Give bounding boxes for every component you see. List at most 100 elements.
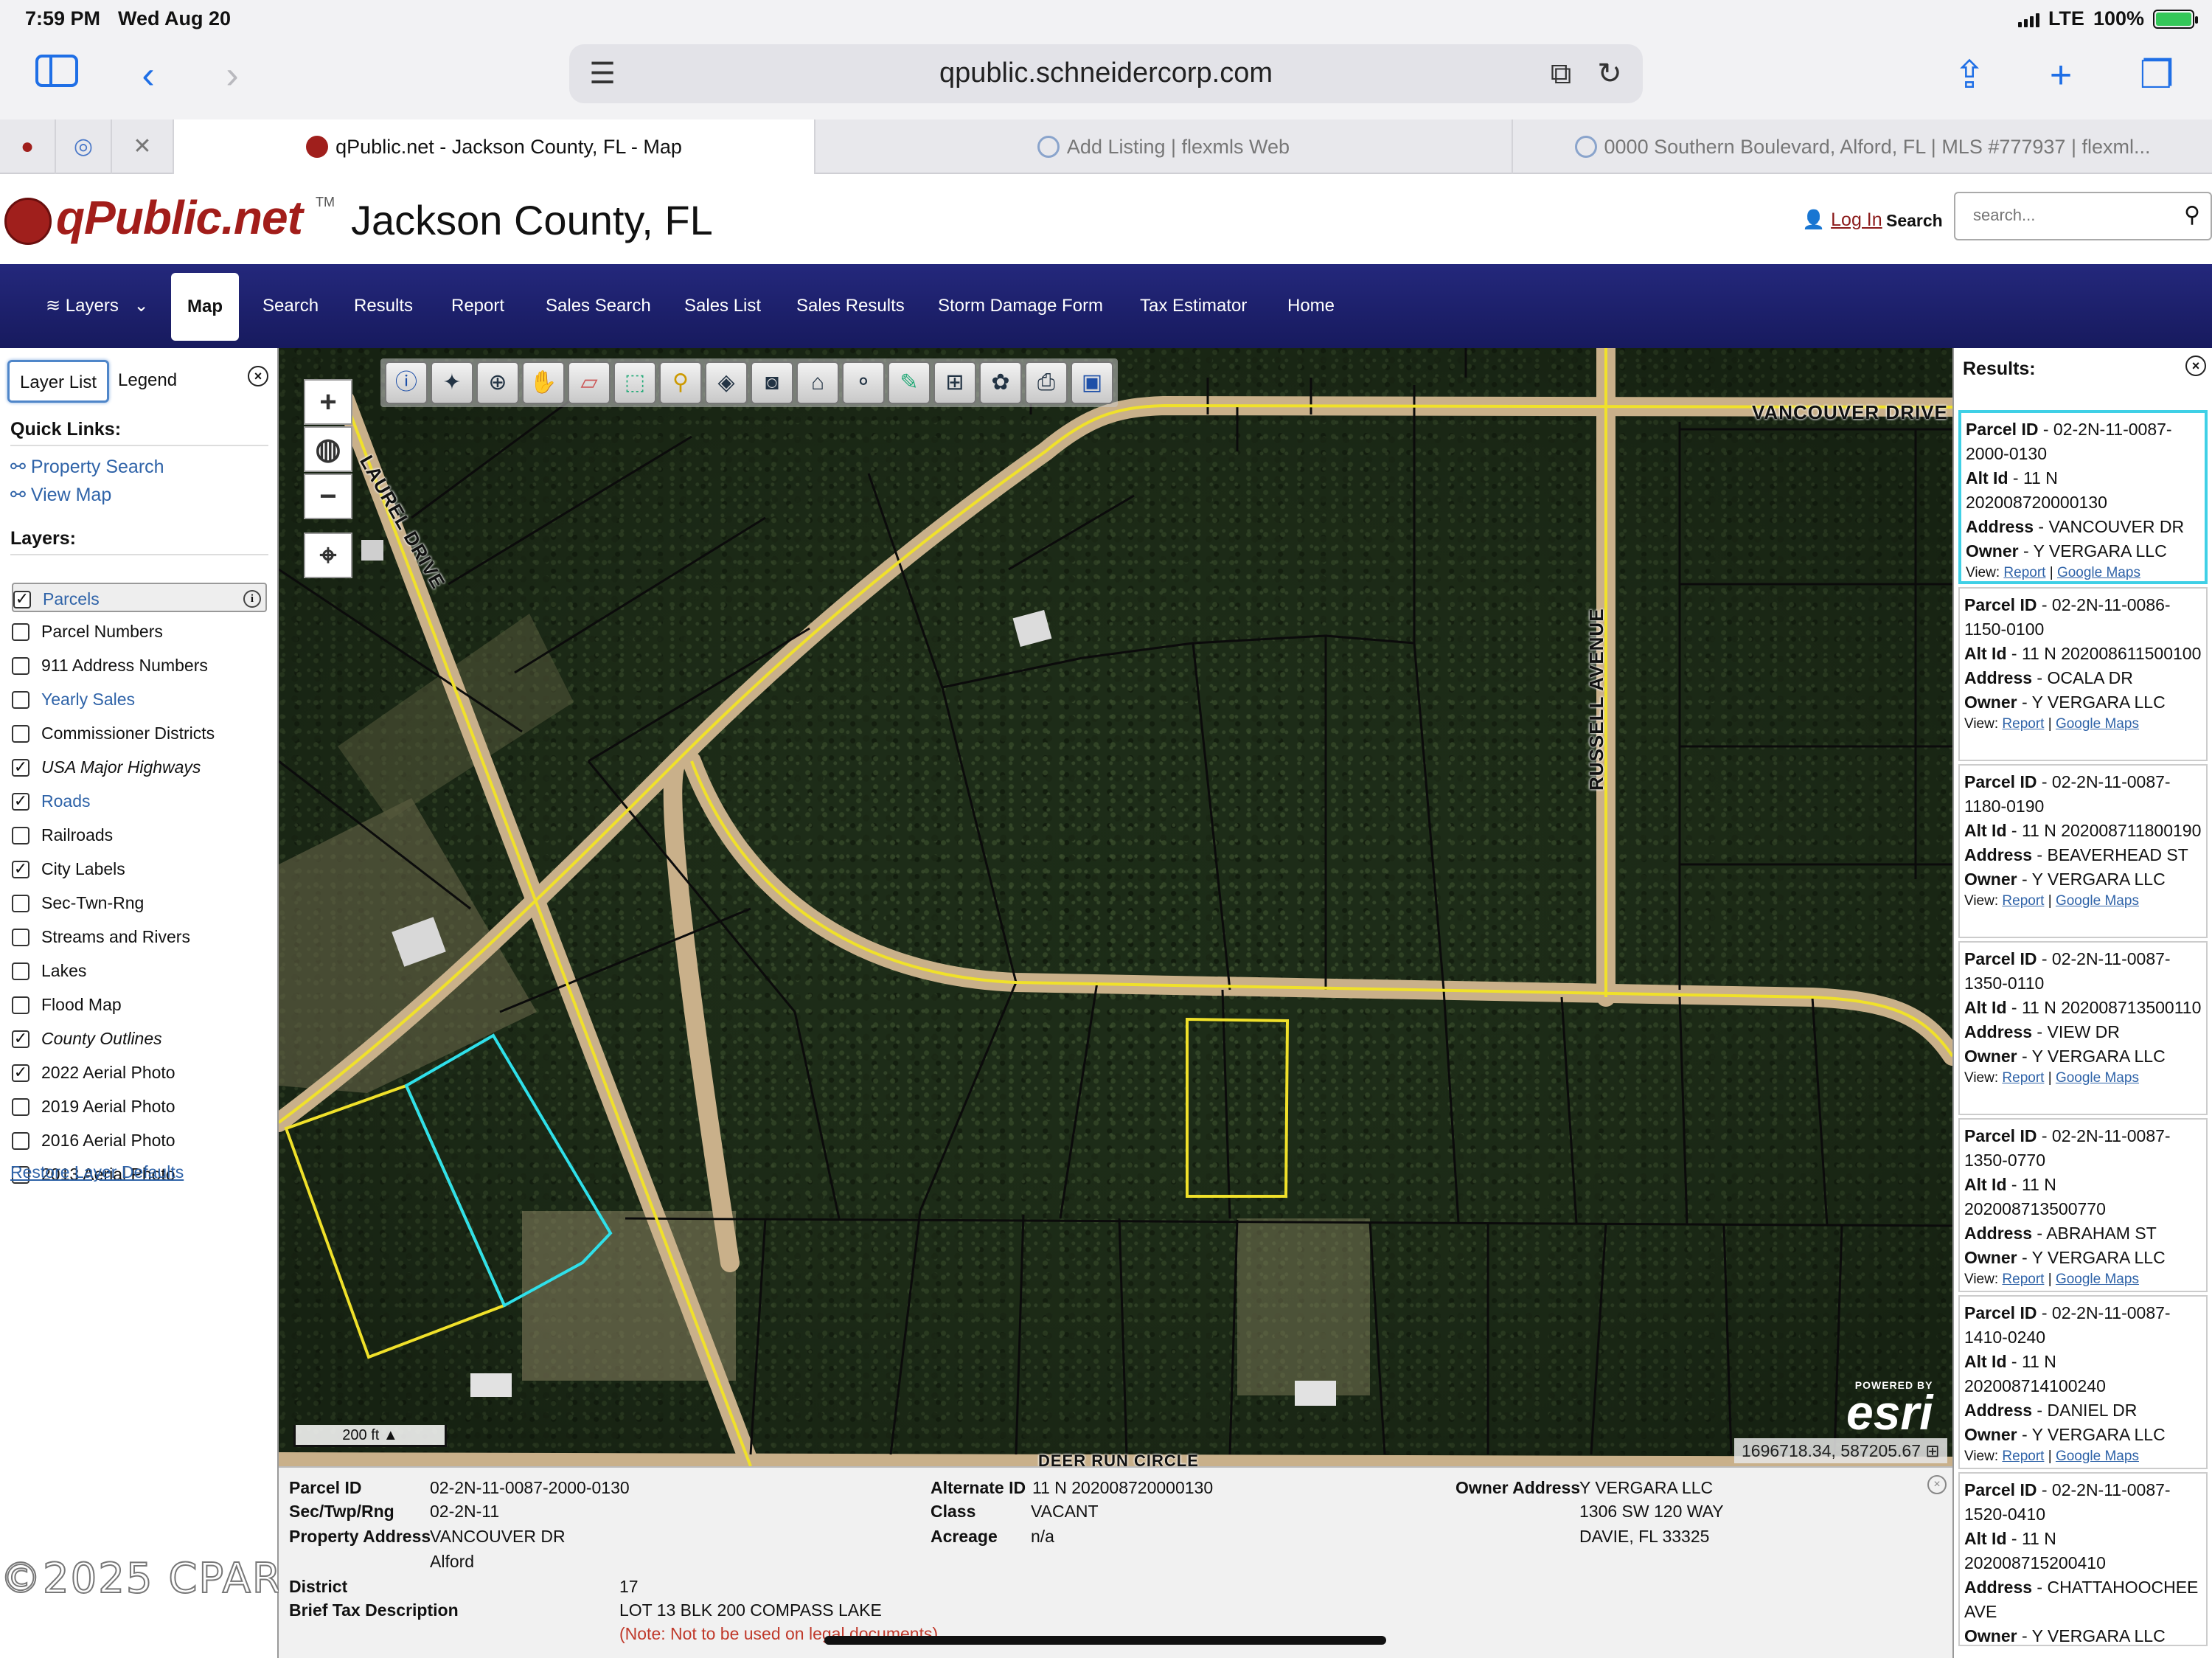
layer-item[interactable]: Streams and Rivers xyxy=(12,922,267,951)
result-card[interactable]: Parcel ID - 02-2N-11-0087-1350-0110 Alt I… xyxy=(1958,941,2208,1115)
layer-item[interactable]: ✓ USA Major Highways xyxy=(12,752,267,782)
result-card[interactable]: Parcel ID - 02-2N-11-0087-1410-0240 Alt I… xyxy=(1958,1295,2208,1469)
nav-report[interactable]: Report xyxy=(435,286,521,326)
nav-results[interactable]: Results xyxy=(338,286,429,326)
layer-item[interactable]: 2016 Aerial Photo xyxy=(12,1125,267,1155)
zoom-out-button[interactable]: − xyxy=(304,474,352,519)
google-maps-link[interactable]: Google Maps xyxy=(2056,716,2139,732)
measure-icon[interactable]: ⊞ xyxy=(933,361,976,404)
view-map-link[interactable]: ⚯ View Map xyxy=(10,484,111,506)
tab-flexmls-add-listing[interactable]: Add Listing | flexmls Web xyxy=(815,119,1513,174)
close-tab-icon[interactable]: ✕ xyxy=(112,119,174,174)
magnify-icon[interactable]: ⚬ xyxy=(842,361,885,404)
camera-icon[interactable]: ◙ xyxy=(751,361,793,404)
layer-checkbox[interactable] xyxy=(12,1098,29,1116)
layer-item[interactable]: Commissioner Districts xyxy=(12,718,267,748)
home-indicator[interactable] xyxy=(824,1636,1386,1645)
layer-item[interactable]: Flood Map xyxy=(12,990,267,1019)
result-card[interactable]: Parcel ID - 02-2N-11-0087-1520-0410 Alt I… xyxy=(1958,1472,2208,1646)
layer-item[interactable]: ✓ County Outlines xyxy=(12,1024,267,1053)
report-link[interactable]: Report xyxy=(2002,1070,2044,1086)
back-icon[interactable]: ‹ xyxy=(122,53,174,97)
save-icon[interactable]: ▣ xyxy=(1071,361,1113,404)
restore-layer-defaults-link[interactable]: Restore Layer Defaults xyxy=(10,1162,184,1182)
google-maps-link[interactable]: Google Maps xyxy=(2057,565,2140,580)
layer-item[interactable]: ✓ City Labels xyxy=(12,854,267,884)
address-bar[interactable]: ☰ qpublic.schneidercorp.com ⧉ ↻ xyxy=(569,44,1643,103)
tab-qpublic-map[interactable]: qPublic.net - Jackson County, FL - Map xyxy=(174,119,815,174)
layer-item[interactable]: Yearly Sales xyxy=(12,684,267,714)
pan-hand-icon[interactable]: ✋ xyxy=(522,361,565,404)
nav-layers[interactable]: ≋ Layers ⌄ xyxy=(29,286,165,326)
eraser-icon[interactable]: ▱ xyxy=(568,361,611,404)
select-area-icon[interactable]: ⬚ xyxy=(613,361,656,404)
extension-icon[interactable]: ⧉ xyxy=(1541,55,1581,93)
zoom-in-button[interactable]: + xyxy=(304,379,352,425)
result-card[interactable]: Parcel ID - 02-2N-11-0087-1180-0190 Alt I… xyxy=(1958,764,2208,938)
layer-checkbox[interactable] xyxy=(12,895,29,912)
search-input[interactable] xyxy=(1955,193,2154,237)
close-icon[interactable]: × xyxy=(1927,1475,1947,1494)
qpublic-logo-icon[interactable] xyxy=(4,198,52,245)
tab-flexmls-listing[interactable]: 0000 Southern Boulevard, Alford, FL | ML… xyxy=(1513,119,2212,174)
nav-storm-damage-form[interactable]: Storm Damage Form xyxy=(922,286,1119,326)
report-link[interactable]: Report xyxy=(2002,1272,2044,1287)
layer-checkbox[interactable] xyxy=(12,996,29,1014)
report-link[interactable]: Report xyxy=(2002,716,2044,732)
layer-item[interactable]: Railroads xyxy=(12,820,267,850)
close-icon[interactable]: × xyxy=(2185,355,2206,376)
layer-item[interactable]: Parcel Numbers xyxy=(12,617,267,646)
login-link[interactable]: 👤 Log In xyxy=(1802,209,1882,231)
reload-icon[interactable]: ↻ xyxy=(1590,55,1630,93)
result-card[interactable]: Parcel ID - 02-2N-11-0087-1350-0770 Alt I… xyxy=(1958,1118,2208,1292)
layer-item[interactable]: Sec-Twn-Rng xyxy=(12,888,267,918)
result-card[interactable]: Parcel ID - 02-2N-11-0086-1150-0100 Alt I… xyxy=(1958,587,2208,761)
print-icon[interactable]: ⎙ xyxy=(1025,361,1068,404)
result-card[interactable]: Parcel ID - 02-2N-11-0087-2000-0130 Alt I… xyxy=(1958,410,2208,584)
nav-tax-estimator[interactable]: Tax Estimator xyxy=(1124,286,1263,326)
expand-icon[interactable]: ⊞ xyxy=(1925,1441,1939,1460)
report-link[interactable]: Report xyxy=(2002,1449,2044,1464)
report-link[interactable]: Report xyxy=(2002,893,2044,909)
map-view[interactable]: LAUREL DRIVE VANCOUVER DRIVE RUSSELL AVE… xyxy=(279,348,1952,1466)
layer-item[interactable]: ✓ Roads xyxy=(12,786,267,816)
info-icon[interactable]: ⓘ xyxy=(385,361,428,404)
aerial-map[interactable] xyxy=(279,348,1952,1466)
layer-item[interactable]: 2019 Aerial Photo xyxy=(12,1092,267,1121)
nav-home[interactable]: Home xyxy=(1271,286,1351,326)
pinned-tab-qpublic-icon[interactable]: ● xyxy=(0,119,56,174)
tabs-overview-icon[interactable]: ❐ xyxy=(2131,53,2183,97)
layer-checkbox[interactable]: ✓ xyxy=(12,861,29,878)
tab-layer-list[interactable]: Layer List xyxy=(7,360,110,403)
layer-checkbox[interactable] xyxy=(12,725,29,743)
nav-sales-list[interactable]: Sales List xyxy=(668,286,777,326)
nav-sales-search[interactable]: Sales Search xyxy=(529,286,667,326)
info-icon[interactable]: i xyxy=(243,590,261,608)
layer-checkbox[interactable]: ✓ xyxy=(13,591,31,608)
layers-icon[interactable]: ◈ xyxy=(705,361,748,404)
google-maps-link[interactable]: Google Maps xyxy=(2056,1070,2139,1086)
layer-checkbox[interactable] xyxy=(12,1132,29,1150)
report-link[interactable]: Report xyxy=(2003,565,2045,580)
layer-item[interactable]: ✓ Parcels i xyxy=(12,583,267,612)
search-icon[interactable]: ⚲ xyxy=(2184,202,2200,228)
pinned-tab-flexmls-icon[interactable]: ◎ xyxy=(56,119,112,174)
buildings-icon[interactable]: ⌂ xyxy=(796,361,839,404)
layer-checkbox[interactable]: ✓ xyxy=(12,1064,29,1082)
close-icon[interactable]: × xyxy=(248,366,268,386)
zoom-in-tool-icon[interactable]: ⊕ xyxy=(476,361,519,404)
nav-sales-results[interactable]: Sales Results xyxy=(780,286,921,326)
layer-checkbox[interactable] xyxy=(12,929,29,946)
share-icon[interactable]: ⇪ xyxy=(1944,53,1995,97)
sidebar-icon[interactable] xyxy=(31,53,83,97)
layer-checkbox[interactable] xyxy=(12,827,29,844)
layer-checkbox[interactable]: ✓ xyxy=(12,1030,29,1048)
pencil-icon[interactable]: ✎ xyxy=(888,361,931,404)
identify-icon[interactable]: ✦ xyxy=(431,361,473,404)
tab-legend[interactable]: Legend xyxy=(108,360,187,403)
buffer-icon[interactable]: ✿ xyxy=(979,361,1022,404)
layer-checkbox[interactable] xyxy=(12,657,29,675)
property-search-link[interactable]: ⚯ Property Search xyxy=(10,456,164,478)
layer-checkbox[interactable]: ✓ xyxy=(12,793,29,811)
layer-checkbox[interactable] xyxy=(12,691,29,709)
